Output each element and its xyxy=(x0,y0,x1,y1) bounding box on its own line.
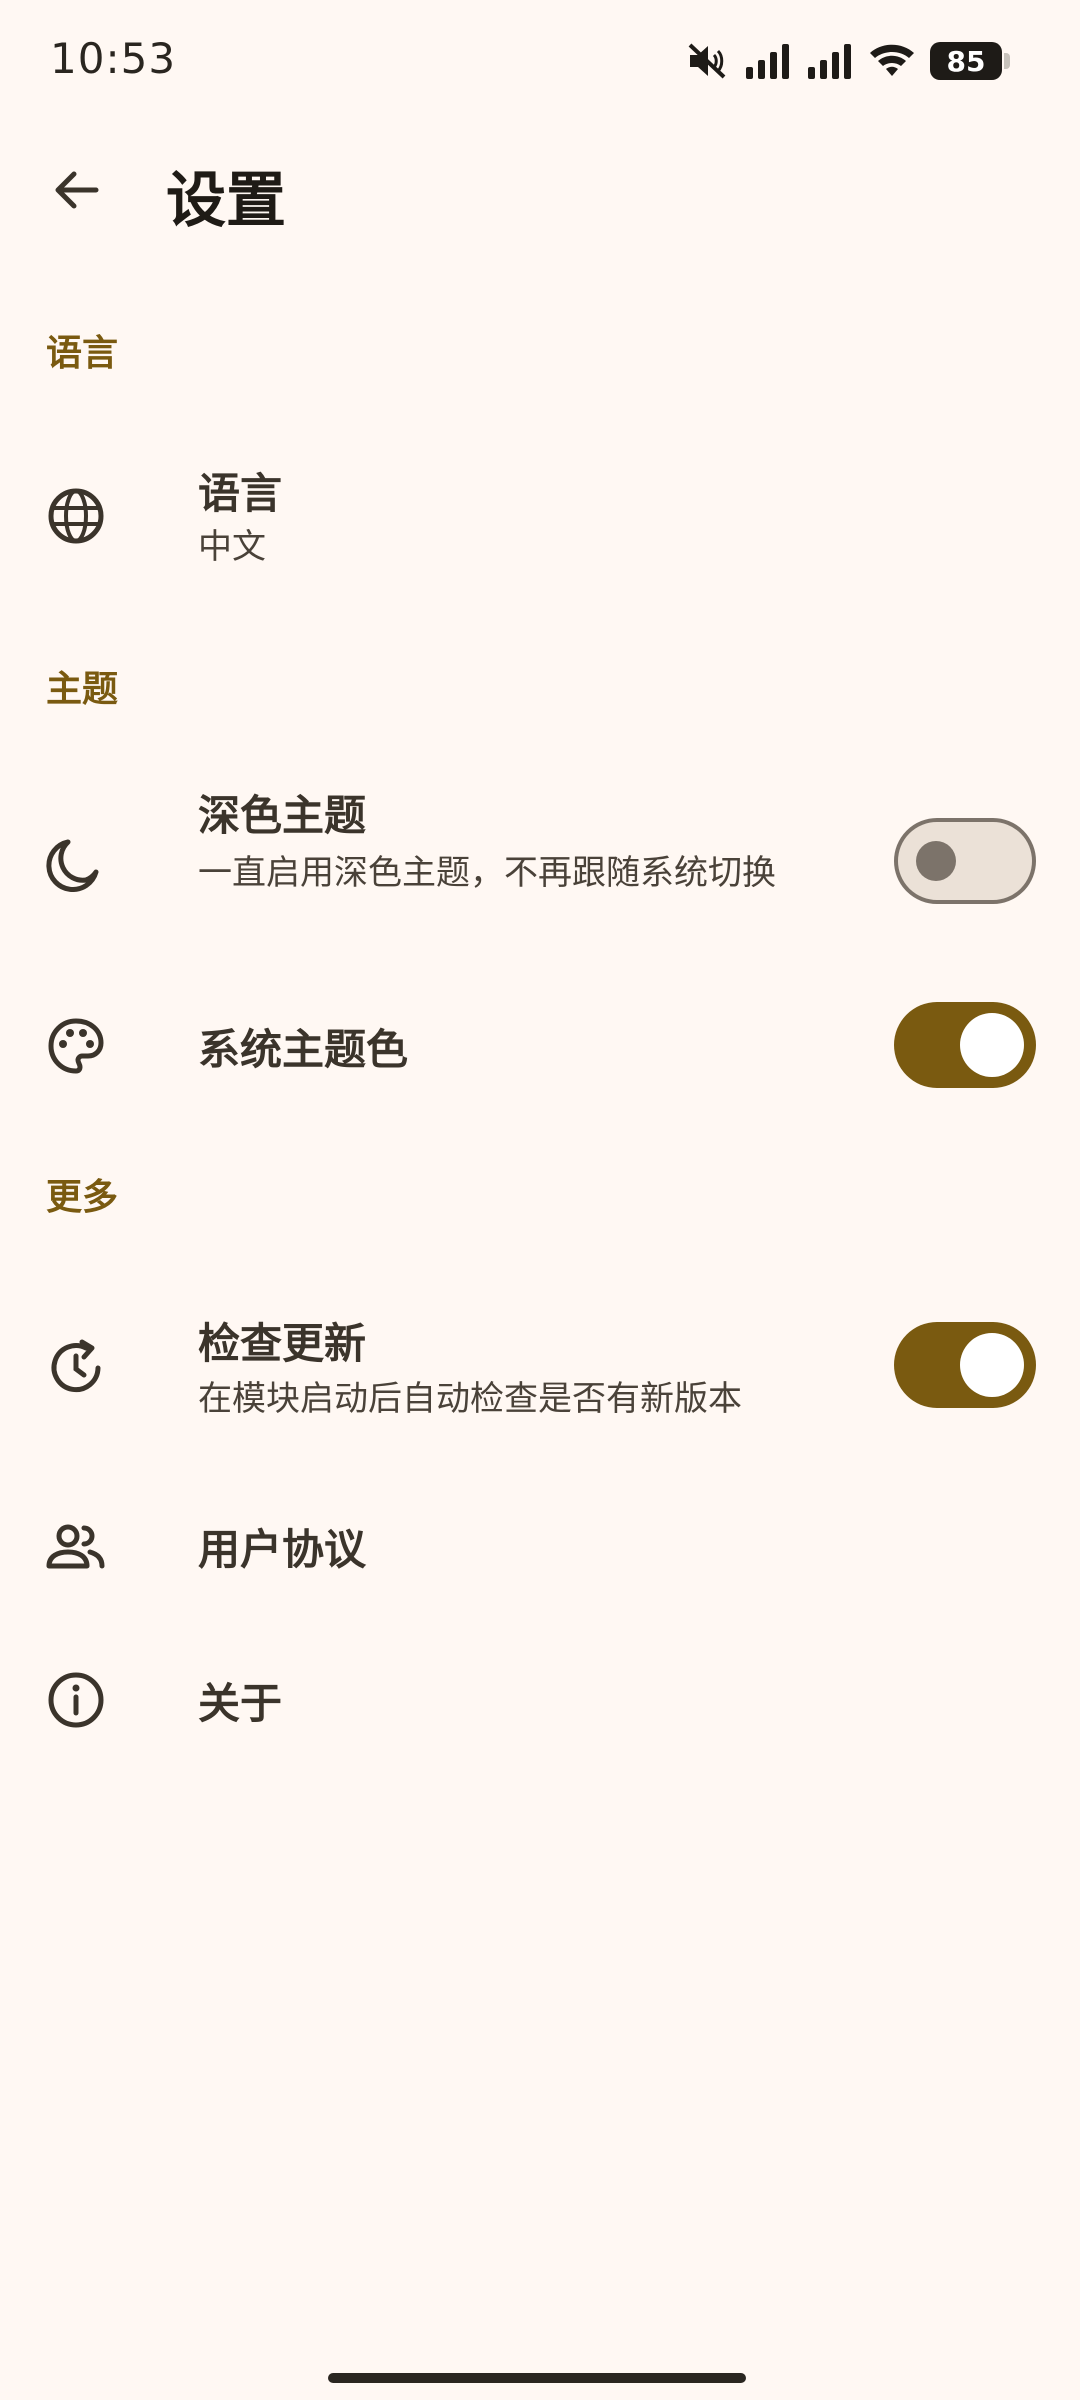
setting-about[interactable]: 关于 xyxy=(0,1644,1080,1754)
switch-knob xyxy=(960,1333,1024,1397)
setting-user-agreement-title: 用户协议 xyxy=(198,1525,367,1574)
setting-check-update-title: 检查更新 xyxy=(198,1319,367,1368)
mute-icon xyxy=(688,43,726,79)
battery-tip xyxy=(1004,53,1010,69)
dark-theme-switch[interactable] xyxy=(894,818,1036,904)
status-time: 10:53 xyxy=(50,34,177,83)
signal-icon xyxy=(746,44,789,79)
app-bar: 设置 xyxy=(0,130,1080,250)
moon-icon xyxy=(44,830,108,894)
section-header-more: 更多 xyxy=(46,1177,119,1218)
setting-language-value: 中文 xyxy=(198,527,266,567)
wifi-icon xyxy=(870,44,914,76)
back-button[interactable] xyxy=(36,150,116,230)
status-icons: 85 xyxy=(686,38,1010,84)
setting-system-theme-color[interactable]: 系统主题色 xyxy=(0,990,1080,1100)
setting-language[interactable]: 语言 中文 xyxy=(0,440,1080,590)
palette-icon xyxy=(44,1014,108,1078)
check-update-switch[interactable] xyxy=(894,1322,1036,1408)
status-bar: 10:53 85 xyxy=(0,0,1080,120)
setting-dark-theme-subtitle: 一直启用深色主题，不再跟随系统切换 xyxy=(198,853,776,893)
signal-icon xyxy=(808,44,851,79)
info-icon xyxy=(44,1668,108,1732)
arrow-back-icon xyxy=(55,171,99,209)
setting-dark-theme-title: 深色主题 xyxy=(198,791,367,840)
switch-knob xyxy=(960,1013,1024,1077)
page-title: 设置 xyxy=(166,166,286,236)
setting-about-title: 关于 xyxy=(198,1679,283,1728)
setting-user-agreement[interactable]: 用户协议 xyxy=(0,1490,1080,1600)
people-icon xyxy=(44,1514,108,1578)
system-theme-color-switch[interactable] xyxy=(894,1002,1036,1088)
globe-icon xyxy=(44,484,108,548)
battery-level: 85 xyxy=(946,44,986,78)
setting-check-update-subtitle: 在模块启动后自动检查是否有新版本 xyxy=(198,1379,742,1419)
setting-dark-theme[interactable]: 深色主题 一直启用深色主题，不再跟随系统切换 xyxy=(0,770,1080,950)
section-header-theme: 主题 xyxy=(46,669,119,710)
setting-system-theme-color-title: 系统主题色 xyxy=(198,1025,409,1074)
setting-check-update[interactable]: 检查更新 在模块启动后自动检查是否有新版本 xyxy=(0,1290,1080,1440)
battery-icon: 85 xyxy=(930,42,1002,80)
setting-language-title: 语言 xyxy=(198,469,283,518)
update-icon xyxy=(44,1336,108,1400)
section-header-language: 语言 xyxy=(46,333,119,374)
home-indicator[interactable] xyxy=(328,2373,746,2383)
switch-knob xyxy=(916,841,956,881)
